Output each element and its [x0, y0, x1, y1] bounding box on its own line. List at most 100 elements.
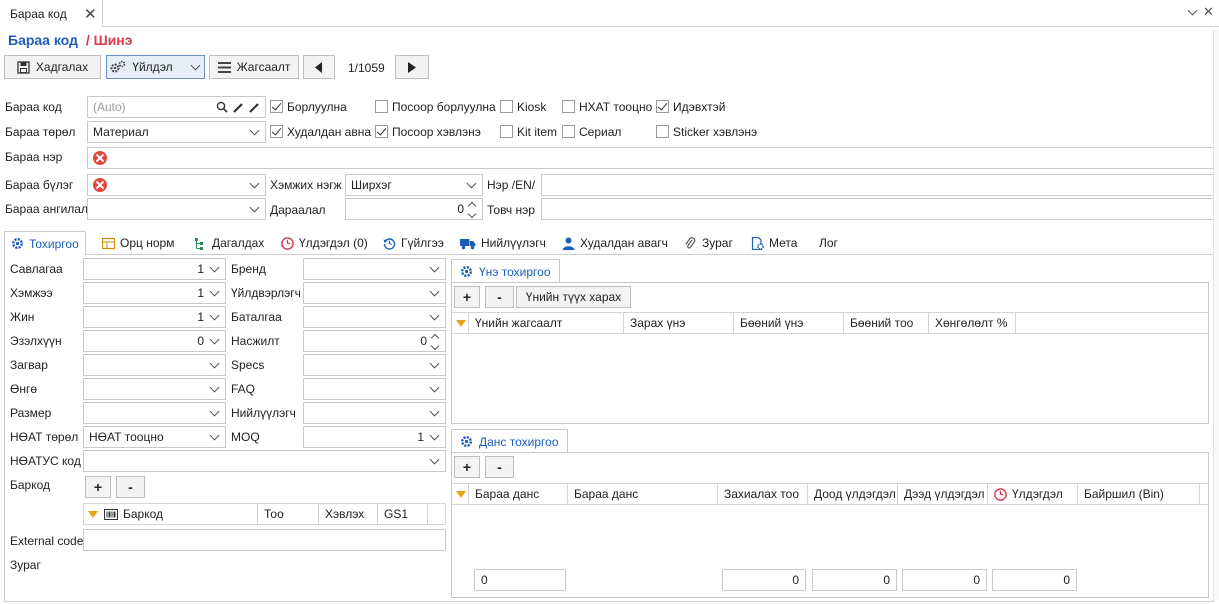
- next-record-button[interactable]: [395, 55, 429, 79]
- account-remove-button[interactable]: -: [485, 456, 514, 478]
- tab-recipe[interactable]: Орц норм: [102, 231, 174, 255]
- scrollbar[interactable]: [1213, 30, 1219, 600]
- max-balance-col[interactable]: Дээд үлдэгдэл: [898, 484, 988, 504]
- spinner-icon[interactable]: [467, 200, 477, 219]
- code-field[interactable]: (Auto): [87, 96, 266, 118]
- min-balance-col[interactable]: Доод үлдэгдэл: [808, 484, 898, 504]
- chevron-down-icon[interactable]: [1188, 6, 1198, 20]
- account-settings-tab[interactable]: Данс тохиргоо: [451, 429, 568, 453]
- supplier-select[interactable]: [303, 402, 446, 424]
- filter-icon[interactable]: [456, 319, 466, 327]
- price-remove-button[interactable]: -: [485, 286, 514, 308]
- tab-transactions[interactable]: Гүйлгээ: [383, 231, 444, 255]
- category-select[interactable]: [87, 198, 266, 220]
- spinner-icon[interactable]: [430, 332, 440, 351]
- checkbox-pos-sell[interactable]: [375, 100, 388, 113]
- volume-select[interactable]: 0: [83, 330, 226, 352]
- filter-icon[interactable]: [456, 490, 466, 498]
- dimension-select[interactable]: [83, 402, 226, 424]
- packaging-label: Савлагаа: [10, 262, 63, 276]
- color-select[interactable]: [83, 378, 226, 400]
- price-history-button[interactable]: Үнийн түүх харах: [516, 286, 631, 308]
- barcode-col[interactable]: Баркод: [98, 504, 258, 524]
- short-name-field[interactable]: [541, 198, 1214, 220]
- barcode-print-col[interactable]: Хэвлэх: [319, 504, 378, 524]
- chevron-down-icon: [250, 180, 260, 190]
- balance-col[interactable]: Үлдэгдэл: [988, 484, 1078, 504]
- wholesale-qty-col[interactable]: Бөөний тоо: [844, 313, 929, 333]
- manufacturer-select[interactable]: [303, 282, 446, 304]
- moq-select[interactable]: 1: [303, 426, 446, 448]
- group-select[interactable]: [87, 174, 266, 196]
- list-button[interactable]: Жагсаалт: [209, 55, 299, 79]
- checkbox-kit-item[interactable]: [500, 125, 513, 138]
- checkbox-sell[interactable]: [270, 100, 283, 113]
- unit-select[interactable]: Ширхэг: [345, 174, 483, 196]
- price-settings-tab[interactable]: Үнэ тохиргоо: [451, 259, 560, 283]
- price-add-button[interactable]: +: [454, 286, 480, 308]
- checkbox-pos-print[interactable]: [375, 125, 388, 138]
- name-field[interactable]: [87, 147, 1214, 169]
- account-col-2[interactable]: Бараа данс: [568, 484, 718, 504]
- barcode-qty-col[interactable]: Тоо: [258, 504, 319, 524]
- barcode-gs1-col[interactable]: GS1: [378, 504, 428, 524]
- tab-log[interactable]: Лог: [819, 231, 838, 255]
- close-icon[interactable]: ✕: [84, 5, 97, 23]
- truck-icon: [460, 238, 476, 249]
- checkbox-sticker[interactable]: [656, 125, 669, 138]
- error-icon: [93, 151, 107, 165]
- filter-icon[interactable]: [88, 510, 98, 518]
- name-en-field[interactable]: [541, 174, 1214, 196]
- tab-images[interactable]: Зураг: [684, 231, 733, 255]
- prev-record-button[interactable]: [303, 55, 335, 79]
- age-spinner[interactable]: 0: [303, 330, 446, 352]
- document-tab[interactable]: Бараа код ✕: [0, 0, 103, 27]
- tab-balance[interactable]: Үлдэгдэл (0): [281, 231, 368, 255]
- price-grid-header: Үнийн жагсаалт Зарах үнэ Бөөний үнэ Бөөн…: [452, 312, 1208, 334]
- checkbox-kiosk[interactable]: [500, 100, 513, 113]
- discount-col[interactable]: Хөнгөлөлт %: [929, 313, 1016, 333]
- vat-type-select[interactable]: НӨАТ тооцно: [83, 426, 226, 448]
- external-code-field[interactable]: [83, 529, 446, 551]
- size-select[interactable]: 1: [83, 282, 226, 304]
- order-spinner[interactable]: 0: [345, 198, 483, 220]
- type-select[interactable]: Материал: [87, 121, 266, 143]
- warranty-select[interactable]: [303, 306, 446, 328]
- pencil-icon[interactable]: [233, 102, 244, 113]
- barcode-add-button[interactable]: +: [85, 476, 111, 498]
- unit-label: Хэмжих нэгж: [270, 178, 342, 192]
- tab-suppliers[interactable]: Нийлүүлэгч: [460, 231, 546, 255]
- search-icon[interactable]: [216, 101, 228, 113]
- checkbox-serial[interactable]: [562, 125, 575, 138]
- checkbox-nhat[interactable]: [562, 100, 575, 113]
- specs-select[interactable]: [303, 354, 446, 376]
- tab-meta[interactable]: Мета: [751, 231, 797, 255]
- clock-icon: [281, 236, 294, 250]
- sale-price-col[interactable]: Зарах үнэ: [624, 313, 734, 333]
- color-label: Өнгө: [10, 382, 38, 396]
- weight-select[interactable]: 1: [83, 306, 226, 328]
- brand-select[interactable]: [303, 258, 446, 280]
- save-button[interactable]: Хадгалах: [4, 55, 101, 79]
- clock-icon: [994, 487, 1007, 501]
- order-qty-col[interactable]: Захиалах тоо: [718, 484, 808, 504]
- account-add-button[interactable]: +: [454, 456, 480, 478]
- checkbox-purchase[interactable]: [270, 125, 283, 138]
- tab-settings[interactable]: Тохиргоо: [4, 231, 86, 256]
- vat-code-select[interactable]: [83, 450, 446, 472]
- account-col[interactable]: Бараа данс: [468, 484, 568, 504]
- checkbox-active[interactable]: [656, 100, 669, 113]
- tab-accessories[interactable]: Дагалдах: [194, 231, 264, 255]
- tab-customers[interactable]: Худалдан авагч: [562, 231, 668, 255]
- bin-col[interactable]: Байршил (Bin): [1078, 484, 1200, 504]
- user-icon: [562, 237, 575, 250]
- packaging-select[interactable]: 1: [83, 258, 226, 280]
- barcode-remove-button[interactable]: -: [116, 476, 145, 498]
- faq-select[interactable]: [303, 378, 446, 400]
- close-all-icon[interactable]: ✕: [1203, 4, 1214, 20]
- action-dropdown-button[interactable]: Үйлдэл: [106, 55, 205, 79]
- model-select[interactable]: [83, 354, 226, 376]
- pencil-alt-icon[interactable]: [249, 102, 260, 113]
- price-list-col[interactable]: Үнийн жагсаалт: [468, 313, 624, 333]
- wholesale-price-col[interactable]: Бөөний үнэ: [734, 313, 844, 333]
